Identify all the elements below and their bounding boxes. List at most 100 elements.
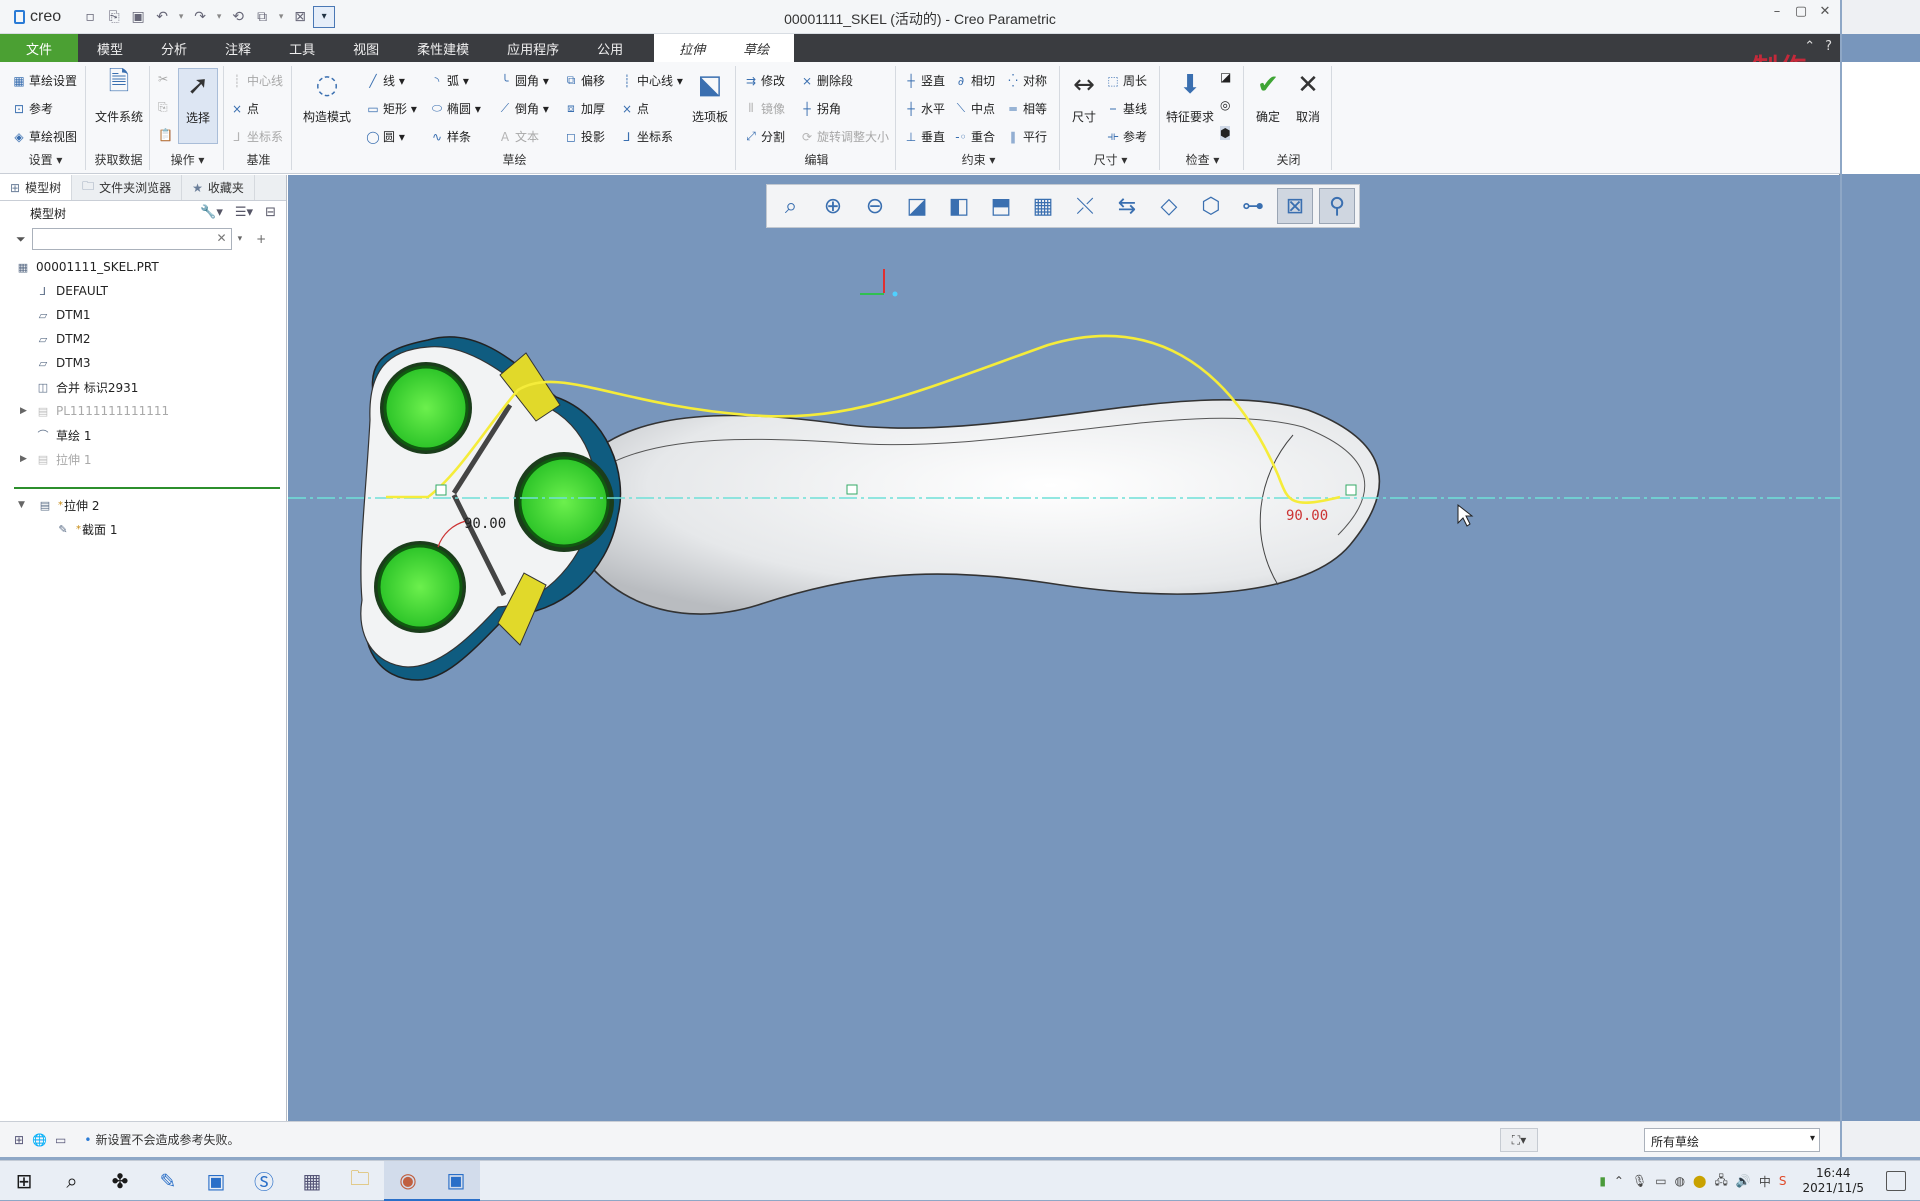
app-outlook-icon[interactable]: ▣: [192, 1161, 240, 1201]
filter-icon[interactable]: ⏷: [16, 232, 26, 247]
model-canvas[interactable]: 90.00 90.00: [288, 175, 1840, 1121]
fillet-button[interactable]: ╰ 圆角 ▾: [498, 72, 548, 89]
dimension-right[interactable]: 90.00: [1286, 508, 1328, 524]
tangent-constraint-button[interactable]: ∂ 相切: [954, 72, 995, 89]
help-icon[interactable]: ?: [1825, 39, 1832, 54]
tab-annotate[interactable]: 注释: [206, 34, 270, 62]
mirror-button[interactable]: ⫴ 镜像: [744, 100, 785, 117]
file-system-button[interactable]: 🗎 文件系统: [92, 67, 146, 125]
constraint-marker-left[interactable]: [435, 484, 447, 496]
overlap-geometry-icon[interactable]: ◪: [1220, 70, 1231, 84]
customize-toolbar-icon[interactable]: ▾: [313, 5, 336, 28]
datum-csys-button[interactable]: ⅃ 坐标系: [230, 128, 283, 145]
tree-item[interactable]: ▱ DTM3: [0, 351, 286, 375]
find-button[interactable]: ⛶ ▾: [1500, 1128, 1538, 1152]
expand-arrow-icon[interactable]: ▶: [20, 406, 27, 416]
open-file-icon[interactable]: ⎘: [103, 6, 125, 28]
arc-button[interactable]: ◝ 弧 ▾: [430, 72, 469, 89]
notification-center-icon[interactable]: [1886, 1171, 1906, 1191]
midpoint-constraint-button[interactable]: ⟍ 中点: [954, 100, 995, 117]
reference-dim-button[interactable]: ⟛ 参考: [1106, 128, 1147, 145]
collapse-arrow-icon[interactable]: ▼: [18, 500, 25, 510]
sketch-view-button[interactable]: ◈ 草绘视图: [12, 128, 77, 145]
windows-dropdown-icon[interactable]: ▾: [275, 6, 287, 28]
tab-common[interactable]: 公用: [578, 34, 642, 62]
chamfer-button[interactable]: ⟋ 倒角 ▾: [498, 100, 549, 117]
tray-mic-icon[interactable]: 🎙: [1632, 1174, 1647, 1188]
file-explorer-icon[interactable]: 🗀: [336, 1161, 384, 1201]
close-window-icon[interactable]: ⊠: [289, 6, 311, 28]
toggle-browser-icon[interactable]: 🌐: [32, 1133, 47, 1147]
redo-dropdown-icon[interactable]: ▾: [213, 6, 225, 28]
tab-model-tree[interactable]: ⊞ 模型树: [0, 175, 73, 200]
tab-file[interactable]: 文件: [0, 34, 79, 62]
text-button[interactable]: A 文本: [498, 128, 539, 145]
horizontal-constraint-button[interactable]: ┼ 水平: [904, 100, 945, 117]
tree-item[interactable]: ▱ DTM2: [0, 327, 286, 351]
group-constrain-title[interactable]: 约束 ▾: [898, 151, 1059, 168]
offset-button[interactable]: ⧉ 偏移: [564, 72, 605, 89]
group-operations-title[interactable]: 操作 ▾: [152, 151, 223, 168]
references-button[interactable]: ⊡ 参考: [12, 100, 53, 117]
tree-item[interactable]: ▶ ▤ 拉伸 1: [0, 447, 286, 471]
divide-button[interactable]: ⤢ 分割: [744, 128, 785, 145]
circle-button[interactable]: ◯ 圆 ▾: [366, 128, 405, 145]
maximize-icon[interactable]: ▢: [1792, 4, 1810, 22]
tab-extrude[interactable]: 拉伸: [660, 34, 725, 62]
perimeter-button[interactable]: ⬚ 周长: [1106, 72, 1147, 89]
baseline-button[interactable]: ⎯ 基线: [1106, 100, 1147, 117]
coincident-constraint-button[interactable]: -◦ 重合: [954, 128, 995, 145]
sketch-setup-button[interactable]: ▦ 草绘设置: [12, 72, 77, 89]
expand-arrow-icon[interactable]: ▶: [20, 454, 27, 464]
tab-flexible-modeling[interactable]: 柔性建模: [398, 34, 488, 62]
tab-favorites[interactable]: ★ 收藏夹: [182, 175, 255, 200]
shade-closed-loops-icon[interactable]: ⬢: [1220, 126, 1231, 140]
construction-mode-button[interactable]: ◌ 构造模式: [296, 68, 358, 125]
tray-network-icon[interactable]: 🖧: [1714, 1171, 1727, 1192]
tree-columns-icon[interactable]: ⊟: [265, 205, 276, 220]
spline-button[interactable]: ∿ 样条: [430, 128, 471, 145]
project-button[interactable]: ◻ 投影: [564, 128, 605, 145]
tree-search-input[interactable]: ✕: [31, 228, 232, 250]
tree-item[interactable]: ◫ 合并 标识2931: [0, 375, 286, 399]
save-icon[interactable]: ▣: [127, 6, 149, 28]
delete-segment-button[interactable]: ⨯ 删除段: [800, 72, 853, 89]
group-dimension-title[interactable]: 尺寸 ▾: [1062, 151, 1159, 168]
datum-point-button[interactable]: × 点: [230, 100, 259, 117]
calculator-icon[interactable]: ▦: [288, 1161, 336, 1201]
tab-analysis[interactable]: 分析: [142, 34, 206, 62]
dimension-left-value[interactable]: 90.00: [464, 516, 506, 532]
tree-item[interactable]: ▦ 00001111_SKEL.PRT: [0, 255, 286, 279]
tree-item[interactable]: ▶ ▤ PL1111111111111: [0, 399, 286, 423]
ellipse-button[interactable]: ⬭ 椭圆 ▾: [430, 100, 481, 117]
tree-item[interactable]: ⅃ DEFAULT: [0, 279, 286, 303]
equal-constraint-button[interactable]: ═ 相等: [1006, 100, 1047, 117]
creo-taskbar-icon[interactable]: ▣: [432, 1160, 480, 1201]
constraint-marker-center[interactable]: [846, 484, 858, 495]
tab-model[interactable]: 模型: [78, 34, 142, 62]
select-button[interactable]: ➚ 选择: [178, 68, 218, 144]
undo-dropdown-icon[interactable]: ▾: [175, 6, 187, 28]
tray-app-icon[interactable]: ⬤: [1693, 1174, 1706, 1188]
windows-icon[interactable]: ⧉: [251, 6, 273, 28]
selection-filter-dropdown[interactable]: 所有草绘 ▾: [1644, 1128, 1820, 1152]
tab-view[interactable]: 视图: [334, 34, 398, 62]
copy-icon[interactable]: ⎘: [158, 100, 168, 115]
tree-settings-icon[interactable]: 🔧▾: [200, 205, 223, 220]
sketch-point-button[interactable]: × 点: [620, 100, 649, 117]
undo-icon[interactable]: ↶: [151, 6, 173, 28]
highlight-open-ends-icon[interactable]: ◎: [1220, 98, 1230, 112]
insert-here-marker[interactable]: [14, 487, 280, 489]
tab-sketch[interactable]: 草绘: [724, 34, 789, 62]
clear-search-icon[interactable]: ✕: [217, 231, 227, 245]
thicken-button[interactable]: ⧈ 加厚: [564, 100, 605, 117]
redo-icon[interactable]: ↷: [189, 6, 211, 28]
perpendicular-constraint-button[interactable]: ⊥ 垂直: [904, 128, 945, 145]
search-icon[interactable]: ⌕: [48, 1161, 96, 1201]
constraint-marker-right[interactable]: [1345, 484, 1357, 496]
tree-item-active-feature[interactable]: ▼ ▤ * 拉伸 2: [0, 493, 287, 517]
tray-camera-icon[interactable]: ▭: [1655, 1174, 1666, 1188]
tray-ime-icon[interactable]: 中: [1759, 1173, 1771, 1190]
graphics-area[interactable]: ⌕ ⊕ ⊖ ◪ ◧ ⬒ ▦ ⤬ ⇆ ◇ ⬡ ⊶ ⊠ ⚲ 90.00 90.00: [288, 175, 1840, 1121]
tree-item-section[interactable]: ✎ * 截面 1: [0, 517, 287, 541]
